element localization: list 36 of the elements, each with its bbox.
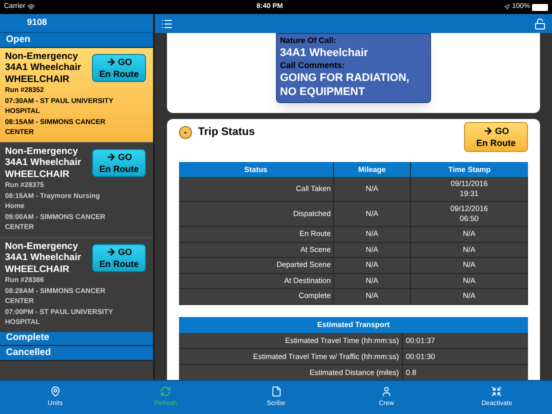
trip-type: Non-Emergency: [5, 240, 79, 252]
document-icon: [270, 386, 282, 398]
trip-nature: 34A1 Wheelchair: [5, 62, 82, 74]
unlock-icon[interactable]: [534, 18, 546, 30]
map-pin-icon: [50, 386, 61, 398]
comments-label: Call Comments:: [280, 60, 346, 71]
wifi-icon: [27, 3, 36, 11]
arrow-right-icon: [106, 56, 116, 66]
shrink-icon: [491, 386, 502, 398]
section-header[interactable]: Complete: [0, 332, 153, 346]
section-header[interactable]: Open: [0, 33, 153, 48]
trip-nature: 34A1 Wheelchair: [5, 252, 82, 264]
go-en-route-button[interactable]: GO En Route: [92, 244, 146, 272]
location-icon: [504, 4, 510, 10]
go-en-route-button[interactable]: GO En Route: [464, 122, 528, 152]
trip-nature: 34A1 Wheelchair: [5, 157, 82, 168]
collapse-button[interactable]: -: [179, 126, 192, 139]
trip-mode: WHEELCHAIR: [5, 264, 70, 275]
go-en-route-button[interactable]: GO En Route: [92, 54, 146, 82]
section-header[interactable]: Cancelled: [0, 346, 153, 360]
arrow-right-icon: [106, 152, 116, 162]
arrow-right-icon: [482, 126, 493, 136]
battery-icon: [532, 4, 548, 10]
nature-label: Nature Of Call:: [280, 36, 338, 46]
trip-mode: WHEELCHAIR: [5, 168, 70, 180]
trip-type: Non-Emergency: [5, 50, 79, 62]
refresh-icon: [160, 386, 172, 398]
trip-mode: WHEELCHAIR: [5, 74, 70, 85]
section-title: Trip Status: [198, 125, 255, 140]
arrow-right-icon: [106, 246, 116, 256]
person-icon: [380, 386, 392, 398]
nature-value: 34A1 Wheelchair: [280, 46, 370, 60]
sidebar-header: 9108: [0, 14, 153, 33]
comments-value: GOING FOR RADIATION, NO EQUIPMENT: [280, 71, 410, 99]
trip-type: Non-Emergency: [5, 146, 79, 157]
go-en-route-button[interactable]: GO En Route: [92, 148, 146, 176]
